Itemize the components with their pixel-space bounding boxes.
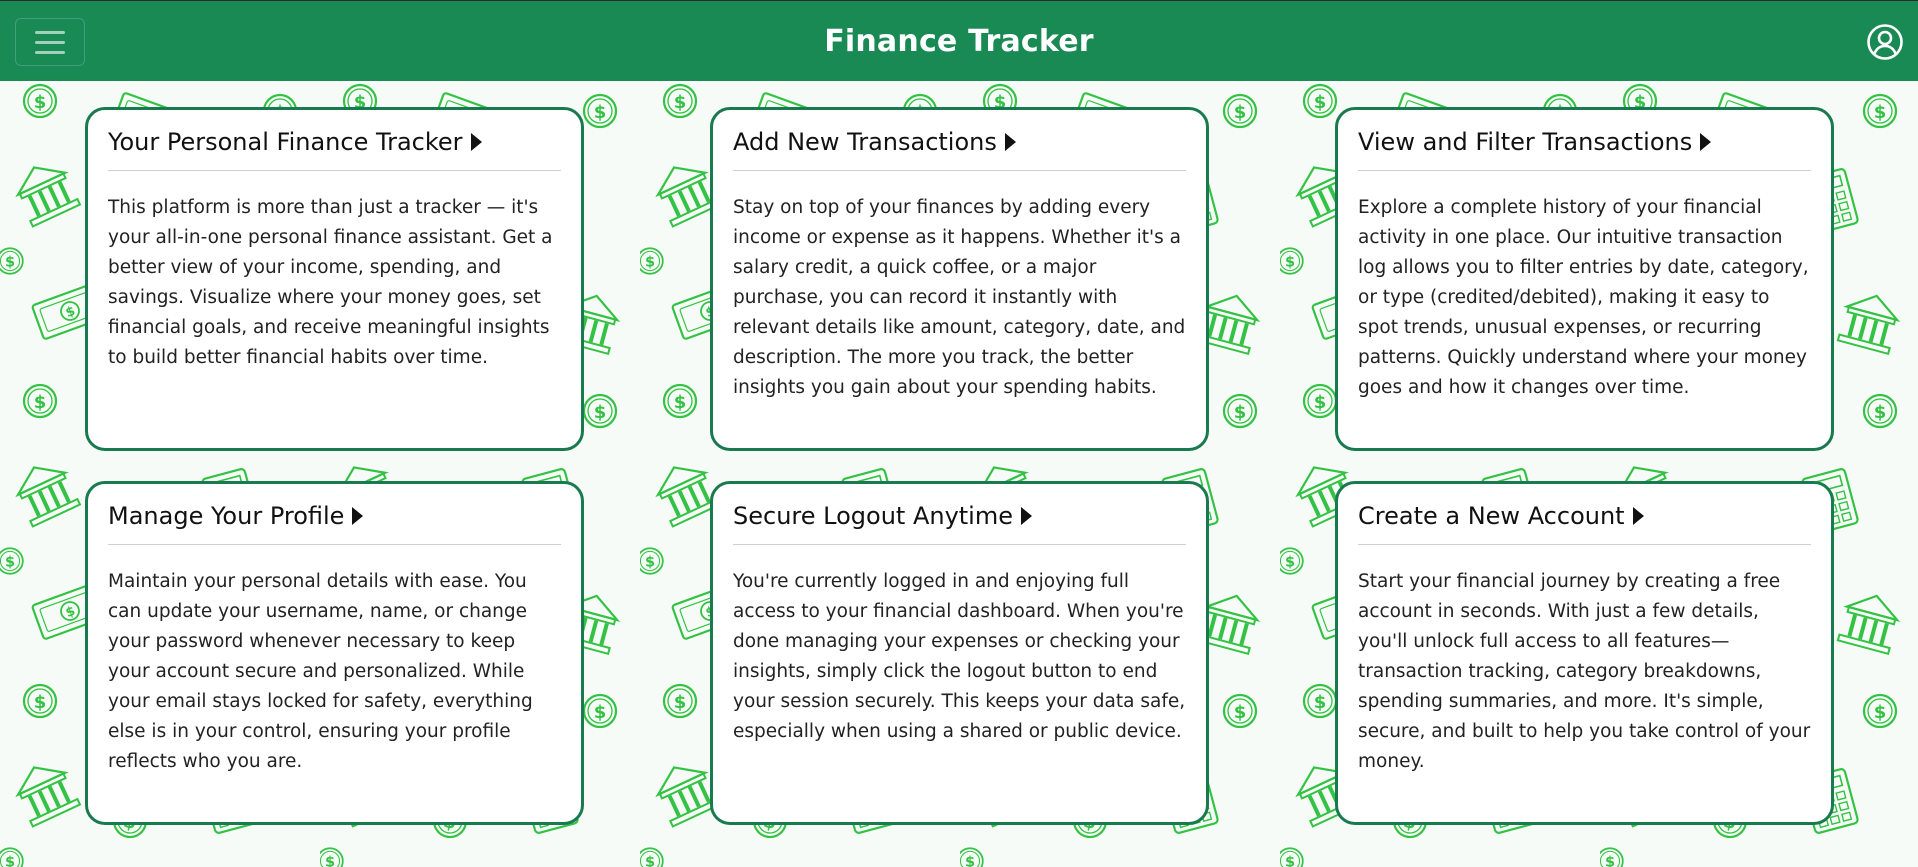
hamburger-menu-icon — [35, 30, 65, 34]
user-account-button[interactable] — [1866, 23, 1904, 61]
card-description: This platform is more than just a tracke… — [108, 197, 553, 368]
hamburger-bar — [35, 50, 65, 54]
card-title-link[interactable]: Add New Transactions — [733, 128, 1186, 171]
app-title: Finance Tracker — [824, 24, 1094, 59]
hamburger-menu-button[interactable] — [15, 18, 85, 66]
card-description: Stay on top of your finances by adding e… — [733, 197, 1186, 398]
caret-right-icon — [1021, 507, 1032, 525]
card-title-text: Create a New Account — [1358, 502, 1625, 530]
card-view-filter-transactions: View and Filter Transactions Explore a c… — [1335, 107, 1834, 451]
card-title-text: Your Personal Finance Tracker — [108, 128, 463, 156]
card-title-link[interactable]: Manage Your Profile — [108, 502, 561, 545]
card-description: Explore a complete history of your finan… — [1358, 197, 1809, 398]
user-account-icon — [1867, 24, 1903, 60]
card-personal-finance-tracker: Your Personal Finance Tracker This platf… — [85, 107, 584, 451]
card-title-link[interactable]: Your Personal Finance Tracker — [108, 128, 561, 171]
caret-right-icon — [1700, 133, 1712, 151]
card-title-link[interactable]: Create a New Account — [1358, 502, 1811, 545]
card-description: Start your financial journey by creating… — [1358, 571, 1811, 772]
card-title-text: Secure Logout Anytime — [733, 502, 1013, 530]
card-create-account: Create a New Account Start your financia… — [1335, 481, 1834, 825]
card-manage-profile: Manage Your Profile Maintain your person… — [85, 481, 584, 825]
caret-right-icon — [1632, 507, 1644, 525]
card-title-link[interactable]: Secure Logout Anytime — [733, 502, 1186, 545]
card-description: You're currently logged in and enjoying … — [733, 571, 1186, 742]
caret-right-icon — [352, 507, 364, 525]
card-title-text: Manage Your Profile — [108, 502, 345, 530]
hamburger-bar — [35, 40, 65, 44]
card-title-text: View and Filter Transactions — [1358, 128, 1693, 156]
card-title-text: Add New Transactions — [733, 128, 997, 156]
card-secure-logout: Secure Logout Anytime You're currently l… — [710, 481, 1209, 825]
caret-right-icon — [470, 133, 482, 151]
caret-right-icon — [1004, 133, 1016, 151]
card-description: Maintain your personal details with ease… — [108, 571, 533, 772]
top-navbar: Finance Tracker — [0, 0, 1918, 81]
card-add-new-transactions: Add New Transactions Stay on top of your… — [710, 107, 1209, 451]
card-title-link[interactable]: View and Filter Transactions — [1358, 128, 1811, 171]
